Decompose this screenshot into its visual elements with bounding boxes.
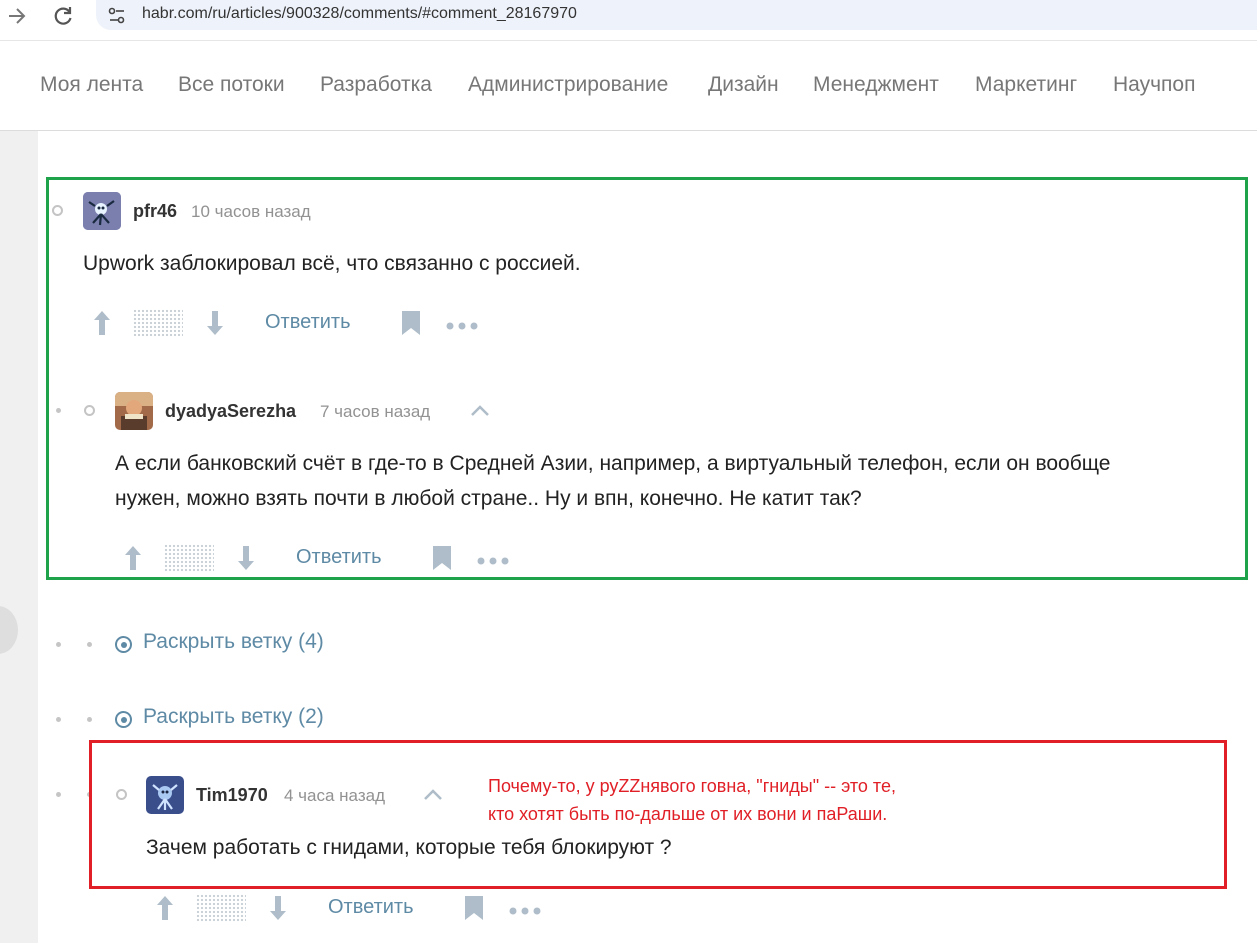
site-info-icon[interactable] (108, 7, 125, 24)
reply-button[interactable]: Ответить (265, 311, 351, 334)
thread-dot (56, 717, 61, 722)
expand-thread-label[interactable]: Раскрыть ветку (2) (143, 705, 324, 729)
comment-author[interactable]: Tim1970 (196, 785, 268, 806)
avatar[interactable] (115, 392, 153, 430)
bookmark-icon[interactable] (464, 895, 484, 921)
top-nav: Моя лента Все потоки Разработка Админист… (0, 41, 1257, 131)
comment-author[interactable]: dyadyaSerezha (165, 401, 296, 422)
nav-item-marketing[interactable]: Маркетинг (975, 73, 1077, 97)
expand-thread-button[interactable]: Раскрыть ветку (4) (115, 630, 375, 658)
vote-up-icon[interactable] (122, 544, 144, 572)
vote-up-icon[interactable] (91, 309, 113, 337)
comment-time[interactable]: 4 часа назад (284, 786, 385, 806)
avatar[interactable] (83, 192, 121, 230)
browser-toolbar: habr.com/ru/articles/900328/comments/#co… (0, 0, 1257, 41)
avatar[interactable] (146, 776, 184, 814)
nav-item-popsci[interactable]: Научпоп (1113, 73, 1195, 97)
left-gutter (0, 131, 38, 943)
thread-dot (87, 717, 92, 722)
more-icon[interactable] (446, 318, 478, 330)
more-icon[interactable] (509, 903, 541, 915)
annotation-line: кто хотят быть по-дальше от их вони и па… (488, 804, 888, 824)
comment-body-line2: нужен, можно взять почти в любой стране.… (115, 487, 862, 510)
comment-body: А если банковский счёт в где-то в Средне… (115, 452, 1111, 475)
comment-time[interactable]: 7 часов назад (320, 402, 430, 422)
reply-button[interactable]: Ответить (328, 896, 414, 919)
chevron-up-icon[interactable] (469, 404, 491, 418)
forward-icon[interactable] (5, 4, 29, 28)
comment-score (133, 309, 183, 337)
expand-thread-button[interactable]: Раскрыть ветку (2) (115, 705, 375, 733)
bookmark-icon[interactable] (401, 310, 421, 336)
vote-down-icon[interactable] (235, 544, 257, 572)
thread-marker (84, 405, 95, 416)
expand-thread-label[interactable]: Раскрыть ветку (4) (143, 630, 324, 654)
thread-marker (52, 205, 63, 216)
vote-up-icon[interactable] (154, 894, 176, 922)
nav-item-all-streams[interactable]: Все потоки (178, 73, 285, 97)
comment-body: Upwork заблокировал всё, что связанно с … (83, 252, 581, 275)
thread-dot (56, 642, 61, 647)
vote-down-icon[interactable] (267, 894, 289, 922)
thread-dot (87, 642, 92, 647)
vote-down-icon[interactable] (204, 309, 226, 337)
comment-body: Зачем работать с гнидами, которые тебя б… (146, 836, 672, 859)
thread-dot (56, 792, 61, 797)
address-bar[interactable]: habr.com/ru/articles/900328/comments/#co… (96, 0, 1257, 30)
nav-item-management[interactable]: Менеджмент (813, 73, 939, 97)
expand-icon (115, 711, 132, 728)
bookmark-icon[interactable] (432, 545, 452, 571)
chevron-up-icon[interactable] (422, 788, 444, 802)
comment-time[interactable]: 10 часов назад (191, 202, 311, 222)
thread-marker (116, 789, 127, 800)
scroll-handle[interactable] (0, 606, 18, 654)
annotation-note: Почему-то, у руZZнявого говна, "гниды" -… (488, 772, 896, 828)
url-text[interactable]: habr.com/ru/articles/900328/comments/#co… (142, 5, 577, 23)
reload-icon[interactable] (51, 4, 75, 28)
nav-item-administration[interactable]: Администрирование (468, 73, 668, 97)
comment-score (164, 544, 214, 572)
highlight-box-green (46, 177, 1248, 580)
comment-author[interactable]: pfr46 (133, 201, 177, 222)
nav-item-development[interactable]: Разработка (320, 73, 432, 97)
nav-item-my-feed[interactable]: Моя лента (40, 73, 143, 97)
more-icon[interactable] (477, 553, 509, 565)
thread-dot (87, 792, 92, 797)
expand-icon (115, 636, 132, 653)
thread-dot (56, 408, 61, 413)
annotation-line: Почему-то, у руZZнявого говна, "гниды" -… (488, 776, 896, 796)
reply-button[interactable]: Ответить (296, 546, 382, 569)
comment-score (196, 894, 246, 922)
nav-item-design[interactable]: Дизайн (708, 73, 779, 97)
